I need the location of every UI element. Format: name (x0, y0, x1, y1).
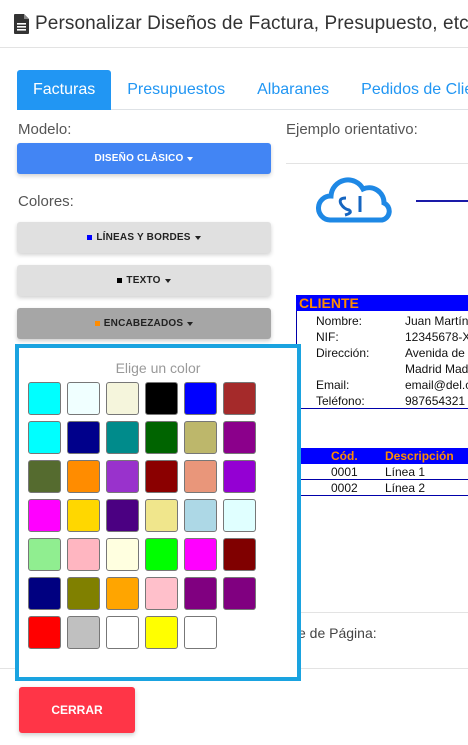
preview-label: Ejemplo orientativo: (286, 121, 418, 138)
color-swatch[interactable] (145, 460, 178, 493)
caret-down-icon (164, 278, 171, 283)
color-swatch[interactable] (184, 460, 217, 493)
page-title: Personalizar Diseños de Factura, Presupu… (35, 12, 468, 34)
texto-button-label: TEXTO (126, 275, 161, 286)
cliente-key: Dirección: (316, 346, 370, 360)
footer-label: e de Página: (298, 625, 377, 641)
lineas-bordes-button[interactable]: LÍNEAS Y BORDES (17, 222, 271, 253)
item-row: 0002 Línea 2 (296, 480, 468, 496)
color-swatch-grid (28, 382, 256, 649)
color-swatch[interactable] (28, 382, 61, 415)
cliente-key: Nombre: (316, 314, 363, 328)
color-swatch[interactable] (184, 577, 217, 610)
items-header-cod: Cód. (331, 449, 358, 463)
customize-designs-page: Personalizar Diseños de Factura, Presupu… (0, 0, 468, 745)
color-swatch[interactable] (106, 616, 139, 649)
modelo-dropdown-button[interactable]: DISEÑO CLÁSICO (17, 143, 271, 174)
invoice-preview: CLIENTE Nombre: Juan Martín NIF: 1234567… (286, 163, 468, 623)
header-rule (416, 200, 468, 202)
item-row: 0001 Línea 1 (296, 464, 468, 480)
color-swatch[interactable] (106, 421, 139, 454)
color-swatch[interactable] (184, 421, 217, 454)
color-swatch[interactable] (106, 538, 139, 571)
cliente-value: email@del.c (405, 378, 468, 392)
item-cod: 0002 (331, 481, 358, 495)
cliente-key: Teléfono: (316, 394, 365, 408)
color-swatch[interactable] (223, 499, 256, 532)
cliente-value: Avenida de (405, 346, 465, 360)
tab-presupuestos[interactable]: Presupuestos (111, 70, 241, 110)
color-swatch[interactable] (106, 460, 139, 493)
color-swatch[interactable] (28, 421, 61, 454)
color-swatch-icon (117, 278, 123, 283)
color-swatch[interactable] (223, 577, 256, 610)
close-button[interactable]: CERRAR (19, 687, 135, 733)
color-swatch[interactable] (67, 616, 100, 649)
color-swatch[interactable] (67, 538, 100, 571)
design-tabs: Facturas Presupuestos Albaranes Pedidos … (17, 70, 468, 110)
color-swatch[interactable] (67, 499, 100, 532)
cliente-value: 987654321 (405, 394, 466, 408)
modelo-label: Modelo: (18, 121, 72, 138)
texto-button[interactable]: TEXTO (17, 265, 271, 296)
color-swatch-icon (94, 321, 100, 326)
tab-facturas[interactable]: Facturas (17, 70, 112, 110)
color-swatch[interactable] (145, 616, 178, 649)
document-icon (14, 13, 29, 34)
color-swatch[interactable] (223, 421, 256, 454)
color-swatch[interactable] (28, 538, 61, 571)
color-swatch-icon (87, 235, 93, 240)
color-swatch[interactable] (184, 538, 217, 571)
color-swatch[interactable] (28, 460, 61, 493)
color-picker-title: Elige un color (115, 360, 201, 376)
color-swatch[interactable] (106, 499, 139, 532)
color-swatch[interactable] (145, 577, 178, 610)
caret-down-icon (187, 321, 194, 326)
modelo-button-label: DISEÑO CLÁSICO (94, 153, 184, 164)
cliente-value: Madrid Mad (405, 362, 468, 376)
color-swatch[interactable] (145, 382, 178, 415)
title-bar: Personalizar Diseños de Factura, Presupu… (0, 0, 468, 48)
cliente-header: CLIENTE (296, 295, 468, 311)
color-swatch[interactable] (184, 616, 217, 649)
cliente-key: Email: (316, 378, 350, 392)
items-header: Cód. Descripción (296, 448, 468, 464)
color-picker-popup: Elige un color (15, 344, 301, 681)
item-desc: Línea 1 (385, 465, 426, 479)
lineas-button-label: LÍNEAS Y BORDES (96, 232, 191, 243)
color-swatch[interactable] (184, 382, 217, 415)
color-swatch[interactable] (28, 577, 61, 610)
cliente-value: Juan Martín (405, 314, 468, 328)
color-swatch[interactable] (28, 499, 61, 532)
caret-down-icon (194, 235, 201, 240)
color-swatch[interactable] (145, 538, 178, 571)
tab-pedidos[interactable]: Pedidos de Clie (345, 70, 468, 110)
color-swatch[interactable] (67, 421, 100, 454)
encabezados-button[interactable]: ENCABEZADOS (17, 308, 271, 339)
caret-down-icon (187, 156, 194, 161)
color-swatch[interactable] (106, 577, 139, 610)
cliente-value: 12345678-X (405, 330, 468, 344)
color-swatch[interactable] (184, 499, 217, 532)
items-header-desc: Descripción (385, 449, 454, 463)
color-swatch[interactable] (106, 382, 139, 415)
colores-label: Colores: (18, 193, 74, 210)
color-swatch[interactable] (223, 382, 256, 415)
color-swatch[interactable] (223, 538, 256, 571)
item-desc: Línea 2 (385, 481, 426, 495)
color-swatch[interactable] (67, 382, 100, 415)
color-swatch[interactable] (223, 460, 256, 493)
preview-divider (286, 612, 468, 613)
cliente-key: NIF: (316, 330, 339, 344)
color-swatch[interactable] (28, 616, 61, 649)
tab-albaranes[interactable]: Albaranes (241, 70, 345, 110)
color-swatch[interactable] (145, 499, 178, 532)
cloud-logo-icon (316, 177, 392, 223)
item-cod: 0001 (331, 465, 358, 479)
encabezados-button-label: ENCABEZADOS (103, 318, 184, 329)
color-swatch[interactable] (67, 460, 100, 493)
color-swatch[interactable] (67, 577, 100, 610)
color-swatch[interactable] (145, 421, 178, 454)
